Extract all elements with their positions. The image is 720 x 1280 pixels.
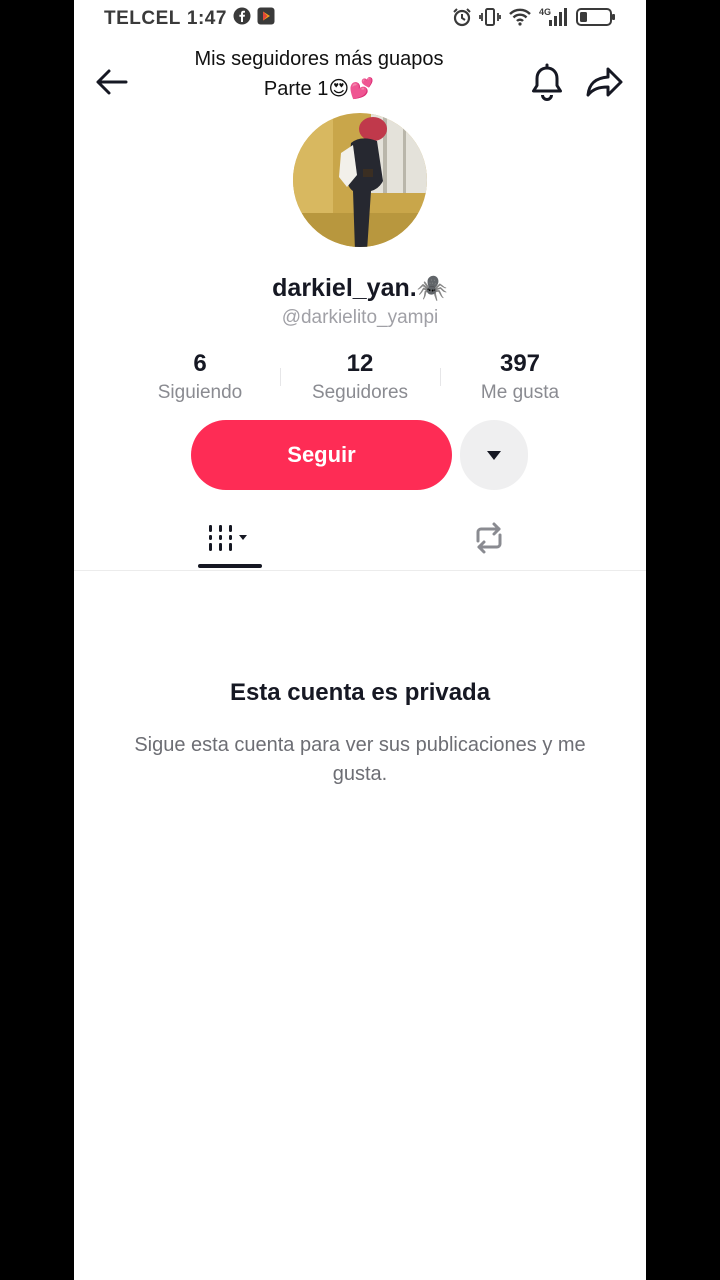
caption-line-1: Mis seguidores más guapos xyxy=(194,48,444,70)
profile-screen: TELCEL 1:47 4G Mis seguidores más guapos… xyxy=(74,0,646,1280)
caption-line-2: Parte 1😍💕 xyxy=(263,78,375,100)
carrier-label: TELCEL xyxy=(104,8,181,29)
grid-lines-icon xyxy=(209,525,247,551)
share-button[interactable] xyxy=(584,62,626,102)
status-bar: TELCEL 1:47 4G xyxy=(74,0,646,36)
network-type: 4G xyxy=(539,7,551,17)
private-account-title: Esta cuenta es privada xyxy=(229,679,491,706)
follow-button[interactable]: Seguir xyxy=(191,420,452,490)
stat-value: 397 xyxy=(499,350,541,377)
facebook-icon xyxy=(233,7,251,31)
wifi-icon xyxy=(508,7,532,32)
caret-down-icon xyxy=(487,451,501,460)
profile-stats: 6 Siguiendo 12 Seguidores 397 Me gusta xyxy=(120,348,600,408)
profile-handle: @darkielito_yampi xyxy=(281,307,439,328)
stat-value: 6 xyxy=(193,350,207,377)
active-tab-indicator xyxy=(198,564,262,568)
vibrate-icon xyxy=(479,7,501,32)
stat-following[interactable]: 6 Siguiendo xyxy=(120,348,280,406)
battery-icon xyxy=(576,7,616,32)
notifications-button[interactable] xyxy=(528,62,566,102)
stat-label: Siguiendo xyxy=(157,382,243,403)
share-arrow-icon xyxy=(586,67,623,97)
stat-label: Me gusta xyxy=(480,382,560,403)
private-account-description: Sigue esta cuenta para ver sus publicaci… xyxy=(134,734,586,785)
clock: 1:47 xyxy=(186,8,227,29)
profile-tabs xyxy=(74,508,646,571)
status-left: TELCEL 1:47 xyxy=(104,7,275,31)
stat-value: 12 xyxy=(346,350,374,377)
arrow-left-icon xyxy=(96,69,128,95)
tab-videos[interactable] xyxy=(198,508,262,568)
status-right: 4G xyxy=(452,6,616,33)
avatar-photo xyxy=(293,113,427,247)
stat-likes[interactable]: 397 Me gusta xyxy=(440,348,600,406)
stat-label: Seguidores xyxy=(311,382,409,403)
stat-followers[interactable]: 12 Seguidores xyxy=(280,348,440,406)
tab-reposts[interactable] xyxy=(454,508,524,568)
back-button[interactable] xyxy=(92,62,132,102)
alarm-icon xyxy=(452,7,472,32)
repost-icon xyxy=(476,522,502,554)
more-options-button[interactable] xyxy=(460,420,528,490)
bell-icon xyxy=(532,63,562,101)
signal-icon: 4G xyxy=(539,6,569,33)
profile-display-name: darkiel_yan.🕷️ xyxy=(272,274,448,302)
profile-avatar[interactable] xyxy=(293,113,427,247)
video-caption-overlay: Mis seguidores más guapos Parte 1😍💕 xyxy=(174,44,464,104)
play-store-icon xyxy=(257,7,275,31)
